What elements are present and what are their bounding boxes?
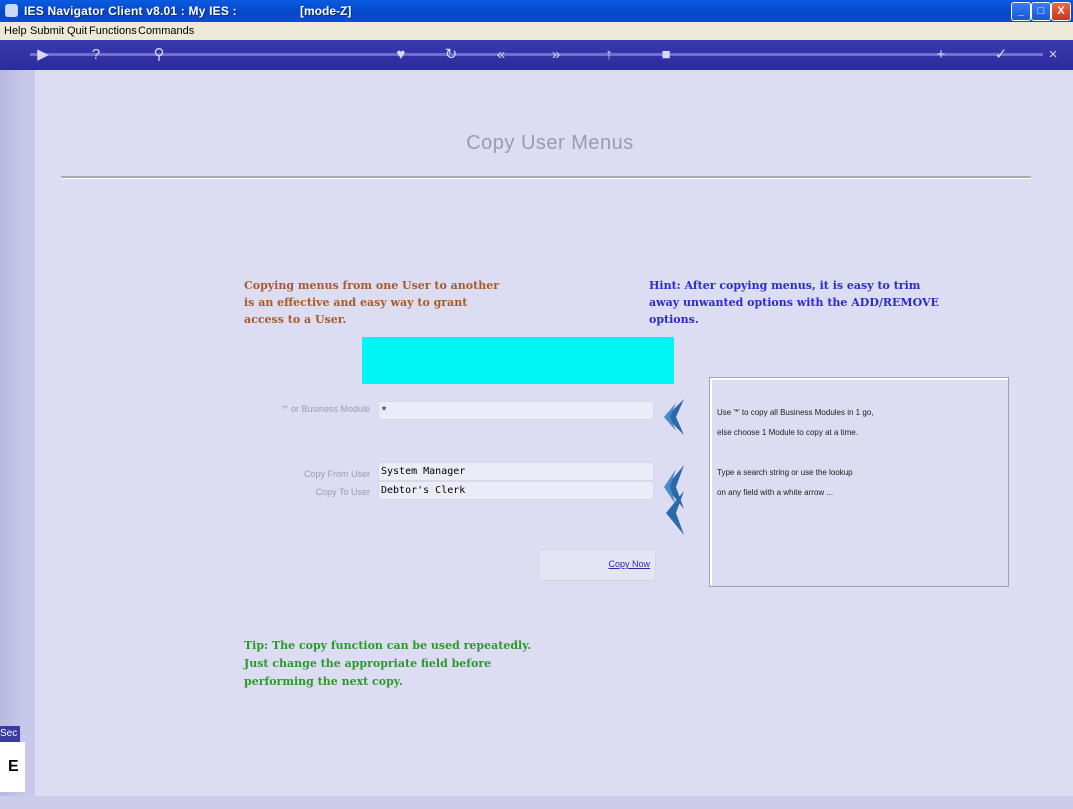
up-icon[interactable]: ↑ [598,44,620,66]
page-title: Copy User Menus [466,132,634,154]
menu-submit[interactable]: Submit [30,25,64,37]
close-button[interactable]: X [1051,2,1071,21]
copy-from-label: Copy From User [303,469,370,479]
play-icon[interactable]: ▶ [32,44,54,66]
user-lookup-arrow-icon[interactable] [662,463,686,537]
title-divider [61,176,1031,179]
title-bar: IES Navigator Client v8.01 : My IES : [m… [0,0,1073,22]
rewind-icon[interactable]: « [490,44,512,66]
menu-commands[interactable]: Commands [138,25,194,37]
section-letter[interactable]: E [0,742,25,792]
check-icon[interactable]: ✓ [990,44,1012,66]
heart-icon[interactable]: ♥ [390,44,412,66]
window-title: IES Navigator Client v8.01 : My IES : [24,4,237,18]
left-sidebar [0,70,35,809]
hint-text: Hint: After copying menus, it is easy to… [649,279,939,326]
menu-quit[interactable]: Quit [67,25,87,37]
menu-bar: Help Submit Quit Functions Commands [0,22,1073,40]
copy-now-button[interactable]: Copy Now [538,549,656,581]
toolbar: ▶ ? ⚲ ♥ ↻ « » ↑ ■ + ✓ × [0,40,1073,70]
app-icon [5,4,18,17]
intro-text: Copying menus from one User to another i… [244,279,500,326]
status-bar [0,796,1073,809]
search-icon[interactable]: ⚲ [148,44,170,66]
menu-help[interactable]: Help [4,25,27,37]
main-content: Copy User Menus Copying menus from one U… [35,70,1065,796]
maximize-button[interactable]: □ [1031,2,1051,21]
menu-functions[interactable]: Functions [89,25,137,37]
window-mode: [mode-Z] [300,4,352,18]
module-help-text: Use '*' to copy all Business Modules in … [717,408,874,437]
app-window: IES Navigator Client v8.01 : My IES : [m… [0,0,1073,809]
copy-to-field[interactable]: Debtor's Clerk [378,481,654,500]
stop-icon[interactable]: ■ [655,44,677,66]
add-icon[interactable]: + [930,44,952,66]
minimize-button[interactable]: _ [1011,2,1031,21]
section-label[interactable]: Sec [0,726,20,742]
toolbar-rail [30,53,1043,56]
forward-icon[interactable]: » [545,44,567,66]
tip-text: Tip: The copy function can be used repea… [244,639,532,688]
lookup-help-text: Type a search string or use the lookup o… [717,468,853,497]
left-sidebar-track [0,70,25,809]
copy-to-label: Copy To User [315,487,370,497]
refresh-icon[interactable]: ↻ [440,44,462,66]
module-lookup-arrow-icon[interactable] [662,397,686,437]
status-banner [362,337,674,384]
business-module-label: '*' or Business Module [281,404,370,414]
copy-from-field[interactable]: System Manager [378,462,654,481]
close-icon[interactable]: × [1042,44,1064,66]
copy-now-link[interactable]: Copy Now [608,559,650,569]
help-icon[interactable]: ? [85,44,107,66]
business-module-field[interactable]: * [378,401,654,420]
